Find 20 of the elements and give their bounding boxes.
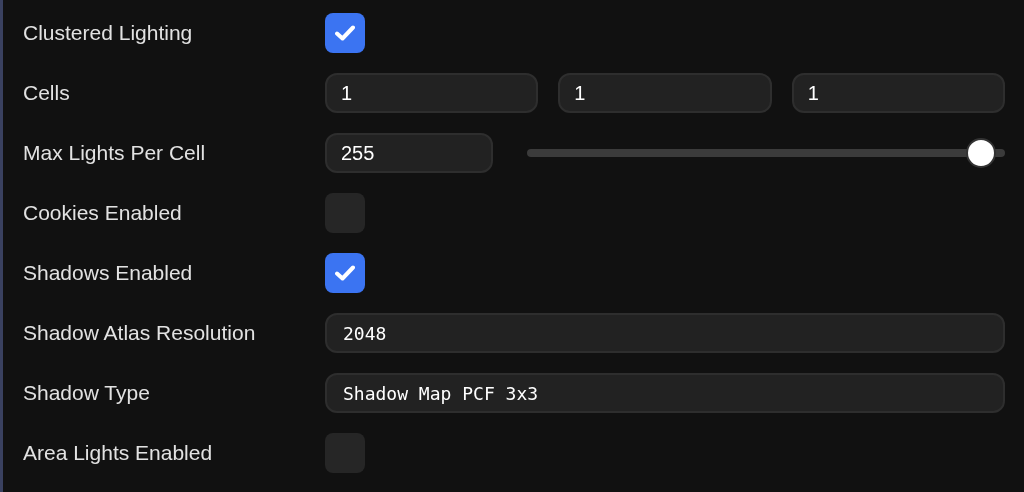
property-label: Area Lights Enabled: [23, 441, 214, 465]
property-label: Max Lights Per Cell: [23, 141, 207, 165]
number-field[interactable]: 1: [791, 73, 1005, 113]
property-label: Shadow Atlas Resolution: [23, 321, 257, 345]
number-field[interactable]: 2048: [325, 313, 1005, 353]
checkbox[interactable]: [325, 13, 365, 53]
slider[interactable]: [527, 138, 1005, 168]
property-label: Cells: [23, 81, 71, 105]
property-label: Shadow Type: [23, 381, 151, 405]
number-field[interactable]: 1: [558, 73, 772, 113]
checkbox[interactable]: [325, 253, 365, 293]
check-icon: [335, 25, 355, 41]
number-field[interactable]: 1: [325, 73, 539, 113]
slider-thumb[interactable]: [966, 138, 996, 168]
dropdown-field[interactable]: Shadow Map PCF 3x3: [325, 373, 1005, 413]
property-label: Shadows Enabled: [23, 261, 194, 285]
property-label: Cookies Enabled: [23, 201, 183, 225]
property-label: Clustered Lighting: [23, 21, 194, 45]
number-field[interactable]: 255: [325, 133, 493, 173]
check-icon: [335, 265, 355, 281]
